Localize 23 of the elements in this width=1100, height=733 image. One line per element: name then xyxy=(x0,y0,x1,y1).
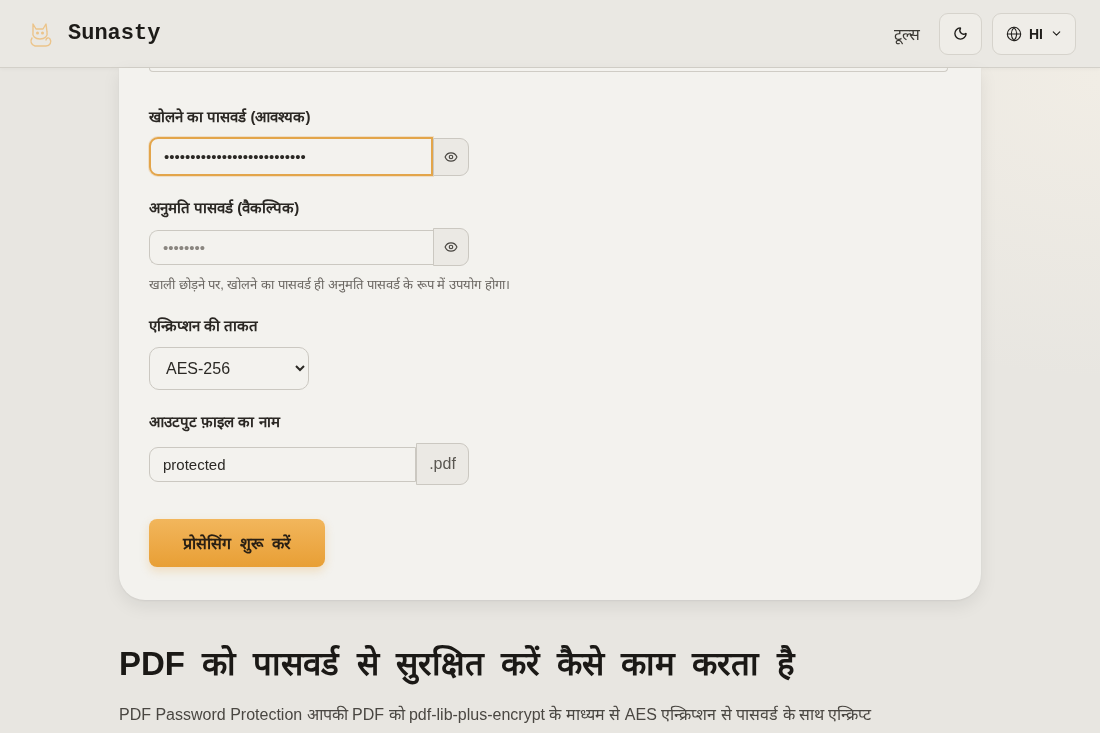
field-label: खोलने का पासवर्ड (आवश्यक) xyxy=(149,107,311,127)
filename-field[interactable]: protected xyxy=(149,446,416,482)
encryption-select[interactable]: AES-256 xyxy=(149,347,309,390)
section-paragraph: PDF Password Protection आपकी PDF को pdf-lib-plus-encrypt के माध्यम से AES एन्क्रिप्शन से पासवर्ड के साथ एन्क्रिप्ट xyxy=(119,704,873,725)
language-button[interactable]: HI xyxy=(992,12,1076,55)
field-label: एन्क्रिप्शन की ताकत xyxy=(149,316,259,336)
extension-suffix: .pdf xyxy=(416,443,469,485)
tools-link[interactable]: टूल्स xyxy=(894,22,920,45)
show-password-button[interactable] xyxy=(433,228,469,266)
hint-text: खाली छोड़ने पर, खोलने का पासवर्ड ही अनुमति पासवर्ड के रूप में उपयोग होगा। xyxy=(149,276,510,294)
eye-icon xyxy=(444,149,458,164)
theme-toggle-button[interactable] xyxy=(939,12,982,55)
password-field[interactable]: ••••••••••••••••••••••••••• xyxy=(149,137,433,176)
password-field[interactable]: •••••••• xyxy=(149,229,433,265)
eye-icon xyxy=(444,240,458,254)
field-label: अनुमति पासवर्ड (वैकल्पिक) xyxy=(149,198,300,219)
brand-name: Sunasty xyxy=(68,21,161,46)
show-password-button[interactable] xyxy=(433,137,469,176)
moon-icon xyxy=(953,26,968,41)
section-heading: PDF को पासवर्ड से सुरक्षित करें कैसे काम करता है xyxy=(119,642,981,686)
globe-icon xyxy=(1006,25,1022,42)
field-label: आउटपुट फ़ाइल का नाम xyxy=(149,412,280,433)
start-processing-button[interactable]: प्रोसेसिंग शुरू करें xyxy=(149,519,325,567)
